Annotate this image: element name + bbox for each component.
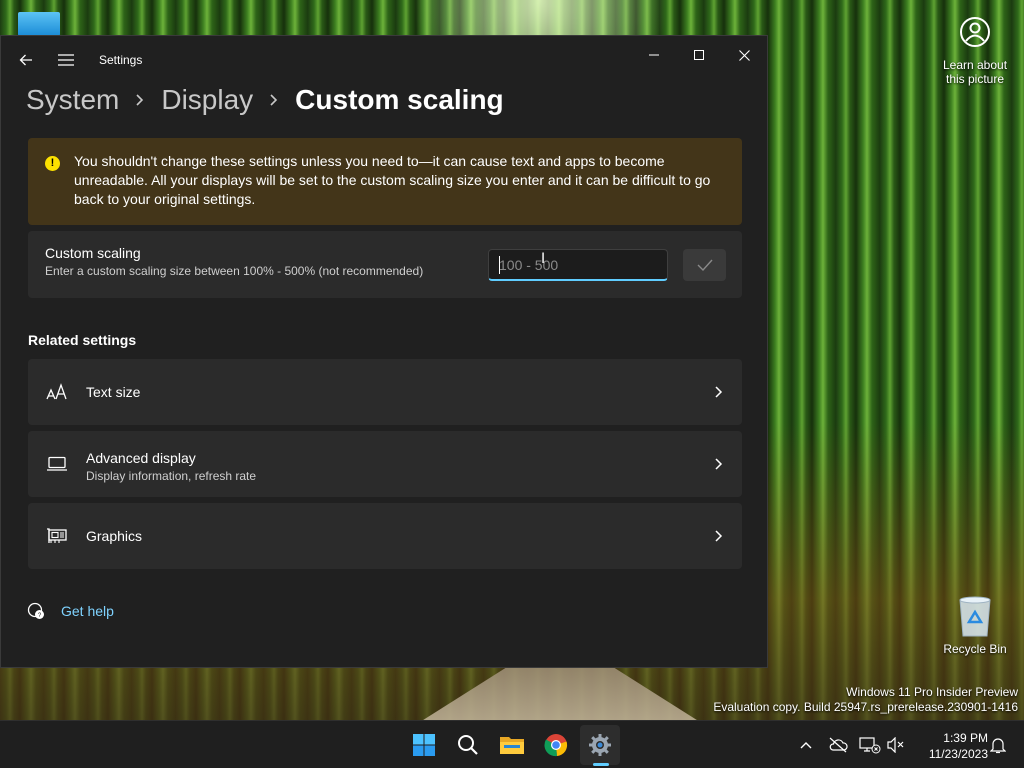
minimize-button[interactable] bbox=[631, 40, 677, 70]
chevron-right-icon bbox=[715, 530, 723, 542]
recycle-bin-label: Recycle Bin bbox=[943, 642, 1007, 656]
search-icon bbox=[458, 735, 478, 755]
warning-infobar: ! You shouldn't change these settings un… bbox=[28, 138, 742, 225]
settings-icon bbox=[589, 734, 611, 756]
settings-window: Settings System Display Custom scaling !… bbox=[0, 35, 768, 668]
taskbar-clock[interactable]: 1:39 PM 11/23/2023 bbox=[912, 730, 988, 762]
bell-icon bbox=[990, 738, 1006, 754]
chrome-icon bbox=[544, 734, 568, 757]
custom-scaling-subtitle: Enter a custom scaling size between 100%… bbox=[45, 264, 424, 278]
breadcrumb-system[interactable]: System bbox=[26, 84, 119, 116]
maximize-button[interactable] bbox=[676, 40, 722, 70]
help-chat-icon: ? bbox=[27, 602, 44, 619]
volume-muted-icon bbox=[887, 737, 904, 753]
show-hidden-icons-button[interactable] bbox=[794, 733, 818, 757]
onedrive-tray-button[interactable] bbox=[826, 733, 850, 757]
laptop-icon bbox=[46, 453, 68, 475]
advanced-display-title: Advanced display bbox=[86, 450, 196, 466]
taskbar-search-button[interactable] bbox=[448, 725, 488, 765]
related-settings-heading: Related settings bbox=[28, 332, 137, 348]
windows-start-icon bbox=[413, 734, 435, 756]
clock-time: 1:39 PM bbox=[943, 731, 988, 745]
chevron-right-icon bbox=[269, 93, 279, 107]
file-explorer-button[interactable] bbox=[492, 725, 532, 765]
graphics-card-icon bbox=[46, 525, 68, 547]
warning-text: You shouldn't change these settings unle… bbox=[74, 153, 711, 207]
get-help-link[interactable]: ? Get help bbox=[27, 602, 114, 620]
apply-scaling-button[interactable] bbox=[683, 249, 726, 281]
navigation-menu-button[interactable] bbox=[54, 48, 78, 72]
app-title: Settings bbox=[99, 53, 143, 67]
watermark-line2: Evaluation copy. Build 25947.rs_prerelea… bbox=[713, 700, 1018, 714]
chevron-right-icon bbox=[715, 386, 723, 398]
chrome-button[interactable] bbox=[536, 725, 576, 765]
advanced-display-link[interactable]: Advanced display Display information, re… bbox=[28, 431, 742, 497]
back-arrow-icon bbox=[19, 54, 32, 66]
maximize-icon bbox=[694, 50, 704, 60]
desktop-shortcut-icon[interactable] bbox=[18, 12, 60, 36]
spotlight-label-line1: Learn about bbox=[942, 58, 1008, 72]
recycle-bin-icon bbox=[959, 596, 991, 637]
breadcrumb-custom-scaling: Custom scaling bbox=[295, 84, 504, 115]
close-button[interactable] bbox=[721, 40, 767, 70]
advanced-display-subtitle: Display information, refresh rate bbox=[86, 469, 257, 483]
text-size-icon bbox=[46, 381, 68, 403]
close-icon bbox=[738, 49, 750, 61]
ibeam-cursor-icon: I bbox=[541, 251, 546, 267]
network-disconnected-icon bbox=[859, 737, 881, 754]
get-help-label: Get help bbox=[61, 603, 114, 619]
recycle-bin[interactable]: Recycle Bin bbox=[938, 596, 1012, 656]
breadcrumb: System Display Custom scaling bbox=[26, 82, 504, 118]
watermark-line1: Windows 11 Pro Insider Preview bbox=[846, 685, 1018, 699]
text-size-title: Text size bbox=[86, 384, 141, 400]
start-button[interactable] bbox=[404, 725, 444, 765]
warning-icon: ! bbox=[45, 156, 60, 171]
minimize-icon bbox=[649, 54, 659, 56]
text-caret bbox=[499, 256, 500, 274]
graphics-link[interactable]: Graphics bbox=[28, 503, 742, 569]
custom-scaling-title: Custom scaling bbox=[45, 245, 141, 261]
custom-scaling-input[interactable] bbox=[488, 249, 668, 281]
spotlight-label-line2: this picture bbox=[945, 72, 1005, 86]
clock-date: 11/23/2023 bbox=[928, 747, 988, 761]
custom-scaling-card: Custom scaling Enter a custom scaling si… bbox=[28, 231, 742, 298]
build-watermark: Windows 11 Pro Insider Preview Evaluatio… bbox=[713, 685, 1018, 715]
volume-tray-button[interactable] bbox=[884, 733, 908, 757]
hamburger-icon bbox=[58, 54, 74, 66]
back-button[interactable] bbox=[14, 48, 38, 72]
learn-about-picture[interactable]: Learn about this picture bbox=[934, 10, 1016, 86]
graphics-title: Graphics bbox=[86, 528, 143, 544]
file-explorer-icon bbox=[500, 737, 524, 754]
text-size-link[interactable]: Text size bbox=[28, 359, 742, 425]
taskbar: 1:39 PM 11/23/2023 bbox=[0, 720, 1024, 768]
spotlight-icon bbox=[953, 10, 997, 54]
chevron-up-icon bbox=[800, 742, 812, 749]
chevron-right-icon bbox=[135, 93, 145, 107]
checkmark-icon bbox=[697, 259, 713, 271]
notifications-button[interactable] bbox=[986, 733, 1010, 757]
title-bar[interactable]: Settings bbox=[1, 36, 767, 84]
chevron-right-icon bbox=[715, 458, 723, 470]
breadcrumb-display[interactable]: Display bbox=[161, 84, 253, 116]
active-app-indicator bbox=[593, 763, 609, 766]
cloud-off-icon bbox=[829, 737, 848, 753]
network-tray-button[interactable] bbox=[858, 733, 882, 757]
settings-taskbar-button[interactable] bbox=[580, 725, 620, 765]
